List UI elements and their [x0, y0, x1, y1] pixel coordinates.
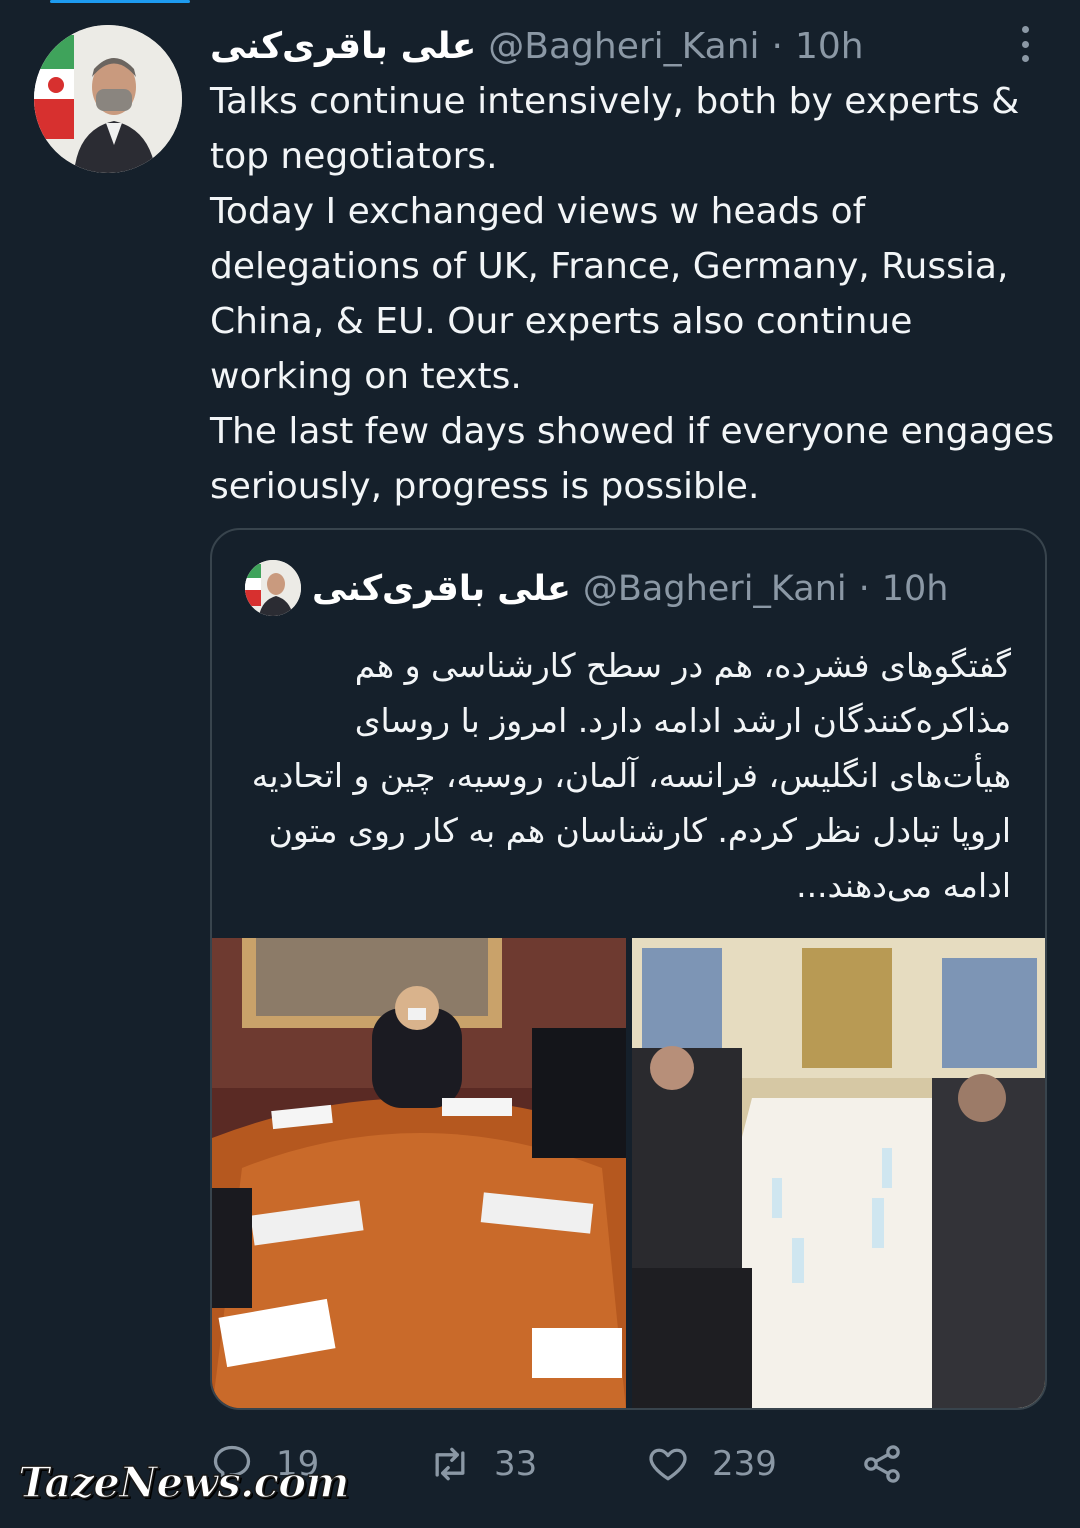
quoted-tweet-header: علی باقری‌کنی @Bagheri_Kani · 10h — [312, 564, 948, 614]
author-handle[interactable]: @Bagheri_Kani — [488, 26, 759, 67]
author-avatar[interactable] — [34, 25, 182, 173]
tweet-header: علی باقری‌کنی @Bagheri_Kani · 10h — [210, 22, 864, 70]
meeting-photo-table-right — [632, 938, 1045, 1408]
quoted-tweet-timestamp: 10h — [881, 569, 949, 609]
like-count: 239 — [712, 1444, 777, 1484]
retweet-count: 33 — [494, 1444, 538, 1484]
meeting-photo-table-left — [212, 938, 626, 1408]
top-accent-bar — [50, 0, 190, 3]
watermark-text: TazeNews.com — [17, 1457, 350, 1508]
quoted-photo-2[interactable] — [632, 938, 1045, 1408]
quoted-author-avatar — [245, 560, 301, 616]
quoted-photo-1[interactable] — [212, 938, 626, 1408]
avatar-image — [34, 25, 182, 173]
tweet-text: Talks continue intensively, both by expe… — [210, 81, 1055, 507]
share-icon — [864, 1445, 900, 1483]
separator-dot: · — [771, 25, 783, 67]
quoted-tweet-card[interactable]: علی باقری‌کنی @Bagheri_Kani · 10h گفتگوه… — [210, 528, 1047, 1410]
quoted-author-name: علی باقری‌کنی — [312, 569, 571, 609]
quoted-avatar-image — [245, 560, 301, 616]
quoted-author-handle: @Bagheri_Kani — [582, 569, 847, 609]
author-name[interactable]: علی باقری‌کنی — [210, 26, 476, 67]
like-button[interactable]: 239 — [646, 1434, 777, 1494]
retweet-button[interactable]: 33 — [428, 1434, 537, 1494]
heart-icon — [649, 1448, 687, 1481]
retweet-icon — [435, 1447, 465, 1481]
quoted-tweet-text: گفتگوهای فشرده، هم در سطح کارشناسی و هم … — [251, 646, 1011, 905]
tweet-timestamp[interactable]: 10h — [795, 26, 864, 67]
share-button[interactable] — [860, 1434, 904, 1494]
more-vertical-icon[interactable] — [1012, 24, 1038, 64]
quoted-separator-dot: · — [858, 569, 870, 609]
